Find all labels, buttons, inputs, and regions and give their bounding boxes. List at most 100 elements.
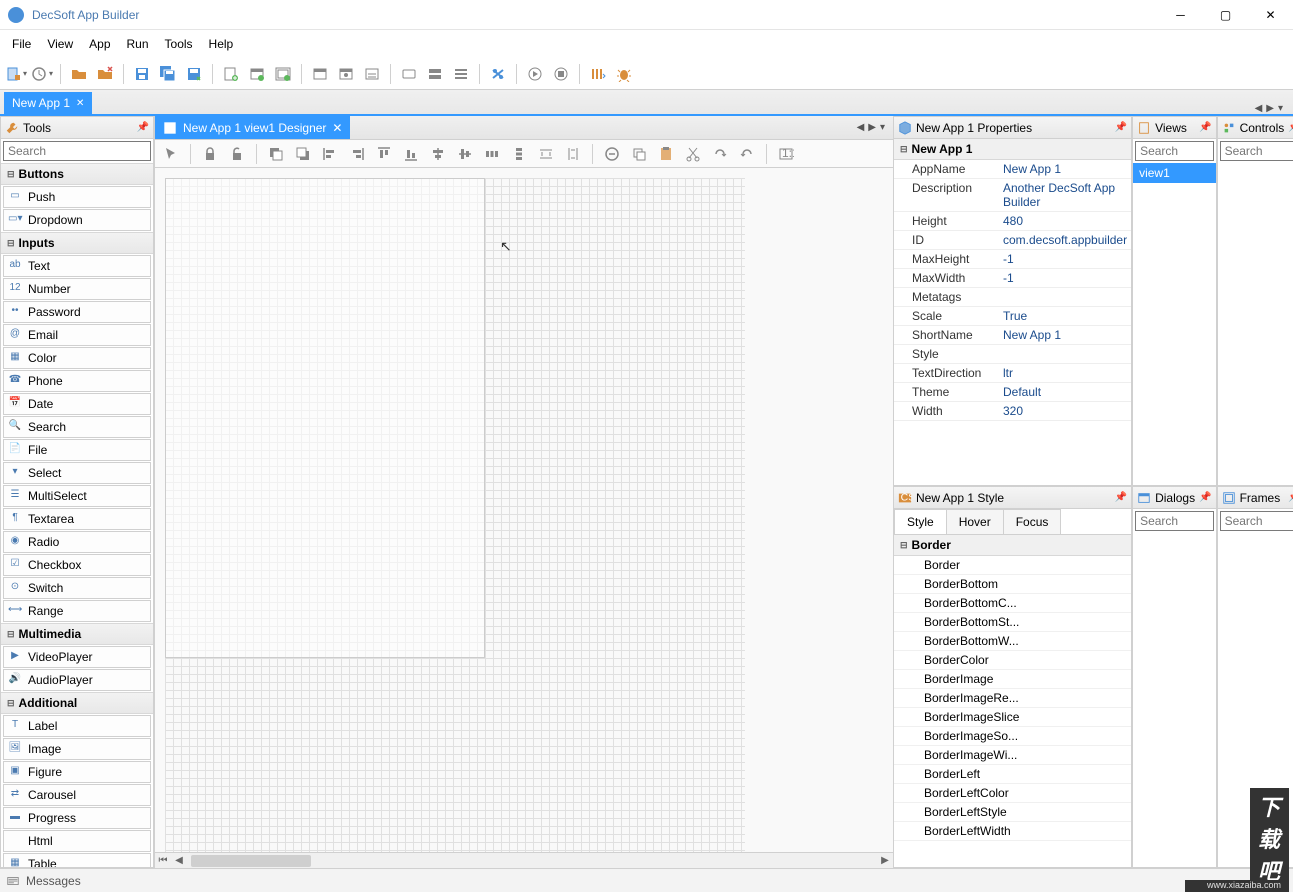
undo-button[interactable] [735,142,759,166]
collapse-icon[interactable]: ⊟ [7,238,15,249]
menu-help[interactable]: Help [201,33,242,55]
designer-tab[interactable]: New App 1 view1 Designer ✕ [155,116,350,139]
property-value[interactable]: New App 1 [999,326,1131,344]
delete-button[interactable] [600,142,624,166]
tool-audioplayer[interactable]: 🔊AudioPlayer [3,669,151,691]
property-row[interactable]: ScaleTrue [894,307,1131,326]
recent-button[interactable] [30,62,54,86]
align-bottom-button[interactable] [399,142,423,166]
pin-icon[interactable]: 📌 [1288,122,1293,133]
tool-email[interactable]: @Email [3,324,151,346]
add-frame-button[interactable] [271,62,295,86]
tool-push[interactable]: ▭Push [3,186,151,208]
save-as-button[interactable] [182,62,206,86]
tab-prev-icon[interactable]: ◀ [1255,103,1263,114]
scroll-left-icon[interactable]: ◀ [171,855,187,866]
property-value[interactable] [999,288,1131,306]
paste-button[interactable] [654,142,678,166]
debug-button[interactable] [612,62,636,86]
run-button[interactable] [523,62,547,86]
close-button[interactable]: ✕ [1248,0,1293,30]
designer-dropdown-icon[interactable]: ▾ [880,122,885,133]
tool-progress[interactable]: ▬Progress [3,807,151,829]
property-row[interactable]: TextDirectionltr [894,364,1131,383]
tool-group-multimedia[interactable]: ⊟Multimedia [1,623,153,645]
tool-group-inputs[interactable]: ⊟Inputs [1,232,153,254]
style-property-row[interactable]: BorderLeft [894,765,1131,784]
style-property-row[interactable]: BorderImageWi... [894,746,1131,765]
stack-button[interactable] [423,62,447,86]
tool-range[interactable]: ⟷Range [3,600,151,622]
property-value[interactable]: 320 [999,402,1131,420]
new-file-button[interactable] [4,62,28,86]
view-item[interactable]: view1 [1133,163,1215,183]
property-row[interactable]: DescriptionAnother DecSoft App Builder [894,179,1131,212]
style-property-row[interactable]: BorderLeftColor [894,784,1131,803]
style-property-row[interactable]: BorderBottomSt... [894,613,1131,632]
property-row[interactable]: Metatags [894,288,1131,307]
tool-text[interactable]: abText [3,255,151,277]
maximize-button[interactable]: ▢ [1203,0,1248,30]
save-button[interactable] [130,62,154,86]
bring-front-button[interactable] [264,142,288,166]
pin-icon[interactable]: 📌 [1199,492,1211,503]
collapse-icon[interactable]: ⊟ [900,144,908,155]
tool-search[interactable]: 🔍Search [3,416,151,438]
property-row[interactable]: ThemeDefault [894,383,1131,402]
h-scrollbar[interactable]: ⏮ ◀ ▶ [155,852,893,868]
align-left-button[interactable] [318,142,342,166]
close-designer-tab-icon[interactable]: ✕ [332,121,342,135]
add-dialog-button[interactable] [245,62,269,86]
unlock-button[interactable] [225,142,249,166]
app-tab[interactable]: New App 1 ✕ [4,92,92,114]
collapse-icon[interactable]: ⊟ [7,169,15,180]
property-row[interactable]: IDcom.decsoft.appbuilder [894,231,1131,250]
designer-next-icon[interactable]: ▶ [868,122,876,133]
open-folder-button[interactable] [67,62,91,86]
tool-radio[interactable]: ◉Radio [3,531,151,553]
folder-close-button[interactable] [93,62,117,86]
property-value[interactable]: ltr [999,364,1131,382]
property-value[interactable]: -1 [999,269,1131,287]
property-row[interactable]: Height480 [894,212,1131,231]
property-value[interactable] [999,345,1131,363]
collapse-icon[interactable]: ⊟ [900,540,908,551]
scroll-far-left-icon[interactable]: ⏮ [155,855,171,866]
property-row[interactable]: MaxHeight-1 [894,250,1131,269]
minimize-button[interactable]: ─ [1158,0,1203,30]
pin-icon[interactable]: 📌 [1115,492,1127,503]
property-row[interactable]: AppNameNew App 1 [894,160,1131,179]
tool-table[interactable]: ▦Table [3,853,151,867]
send-back-button[interactable] [291,142,315,166]
tool-select[interactable]: ▾Select [3,462,151,484]
tool-password[interactable]: ••Password [3,301,151,323]
designer-prev-icon[interactable]: ◀ [857,122,865,133]
tool-color[interactable]: ▦Color [3,347,151,369]
menu-view[interactable]: View [39,33,81,55]
design-canvas[interactable]: ↖ [155,168,893,852]
pin-icon[interactable]: 📌 [1115,122,1127,133]
style-property-row[interactable]: BorderImage [894,670,1131,689]
menu-run[interactable]: Run [119,33,157,55]
zoom-fit-button[interactable]: 1:1 [774,142,798,166]
property-value[interactable]: True [999,307,1131,325]
align-right-button[interactable] [345,142,369,166]
style-tab-hover[interactable]: Hover [946,509,1004,534]
scroll-thumb[interactable] [191,855,311,867]
property-value[interactable]: 480 [999,212,1131,230]
menu-tools[interactable]: Tools [157,33,201,55]
tool-date[interactable]: 📅Date [3,393,151,415]
tool-group-buttons[interactable]: ⊟Buttons [1,163,153,185]
scroll-right-icon[interactable]: ▶ [877,855,893,866]
style-property-row[interactable]: BorderBottomC... [894,594,1131,613]
property-value[interactable]: -1 [999,250,1131,268]
tool-carousel[interactable]: ⇄Carousel [3,784,151,806]
distribute-v-button[interactable] [507,142,531,166]
tool-label[interactable]: TLabel [3,715,151,737]
collapse-icon[interactable]: ⊟ [7,698,15,709]
property-row[interactable]: ShortNameNew App 1 [894,326,1131,345]
style-property-row[interactable]: Border [894,556,1131,575]
tools-search-input[interactable] [3,141,151,161]
tool-switch[interactable]: ⊙Switch [3,577,151,599]
style-property-row[interactable]: BorderImageSlice [894,708,1131,727]
